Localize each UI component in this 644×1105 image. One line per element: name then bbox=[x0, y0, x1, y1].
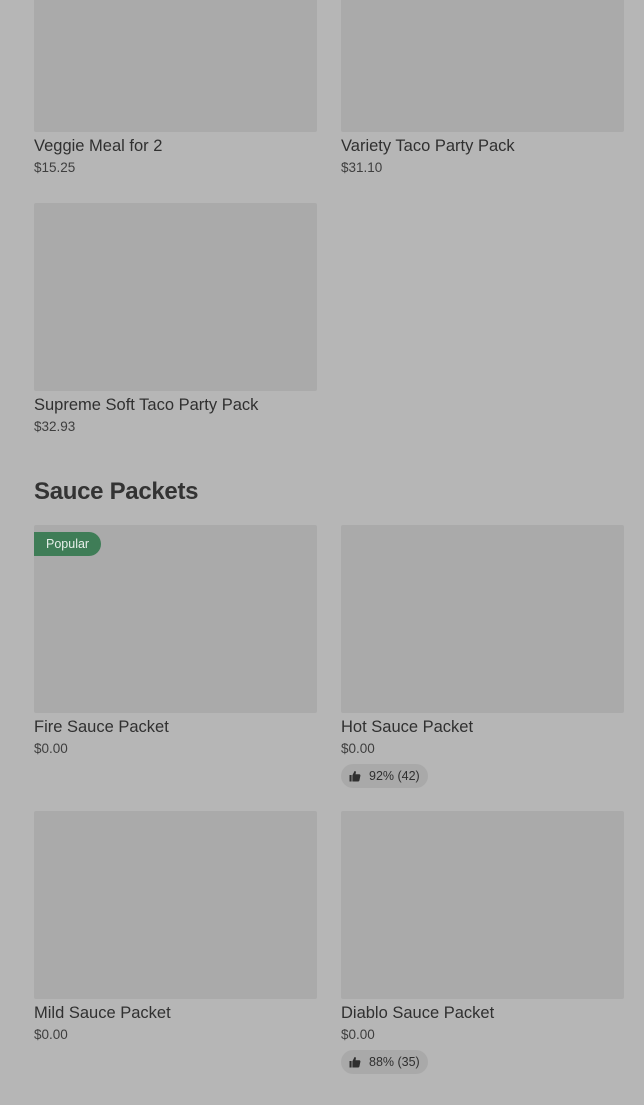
rating-text: 88% (35) bbox=[369, 1055, 420, 1069]
item-image bbox=[34, 811, 317, 999]
rating-text: 92% (42) bbox=[369, 769, 420, 783]
rating-pill: 88% (35) bbox=[341, 1050, 428, 1074]
menu-item-card[interactable]: Veggie Meal for 2 $15.25 bbox=[34, 0, 317, 175]
menu-item-card[interactable]: Variety Taco Party Pack $31.10 bbox=[341, 0, 624, 175]
item-image: Popular bbox=[34, 525, 317, 713]
item-name: Mild Sauce Packet bbox=[34, 1004, 171, 1022]
item-name: Supreme Soft Taco Party Pack bbox=[34, 396, 259, 414]
item-price: $32.93 bbox=[34, 419, 76, 434]
menu-item-card[interactable]: Diablo Sauce Packet $0.00 88% (35) bbox=[341, 811, 624, 1074]
section-title: Sauce Packets bbox=[34, 478, 199, 505]
item-image bbox=[34, 203, 317, 391]
item-price: $0.00 bbox=[34, 1027, 68, 1042]
item-image bbox=[341, 0, 624, 132]
item-name: Hot Sauce Packet bbox=[341, 718, 474, 736]
item-price: $31.10 bbox=[341, 160, 383, 175]
menu-item-card[interactable]: Hot Sauce Packet $0.00 92% (42) bbox=[341, 525, 624, 788]
item-name: Fire Sauce Packet bbox=[34, 718, 169, 736]
item-name: Veggie Meal for 2 bbox=[34, 137, 163, 155]
item-price: $0.00 bbox=[341, 741, 375, 756]
item-price: $0.00 bbox=[34, 741, 68, 756]
item-name: Diablo Sauce Packet bbox=[341, 1004, 495, 1022]
item-image bbox=[34, 0, 317, 132]
popular-badge: Popular bbox=[34, 532, 102, 556]
rating-pill: 92% (42) bbox=[341, 764, 428, 788]
menu-item-card[interactable]: Mild Sauce Packet $0.00 bbox=[34, 811, 317, 1042]
item-name: Variety Taco Party Pack bbox=[341, 137, 515, 155]
item-image bbox=[341, 525, 624, 713]
thumbs-up-icon bbox=[349, 770, 361, 782]
menu-page: Veggie Meal for 2 $15.25 Variety Taco Pa… bbox=[0, 0, 644, 1105]
item-price: $0.00 bbox=[341, 1027, 375, 1042]
item-image bbox=[341, 811, 624, 999]
menu-item-card[interactable]: Popular Fire Sauce Packet $0.00 bbox=[34, 525, 317, 756]
menu-item-card[interactable]: Supreme Soft Taco Party Pack $32.93 bbox=[34, 203, 317, 434]
thumbs-up-icon bbox=[349, 1056, 361, 1068]
item-price: $15.25 bbox=[34, 160, 76, 175]
